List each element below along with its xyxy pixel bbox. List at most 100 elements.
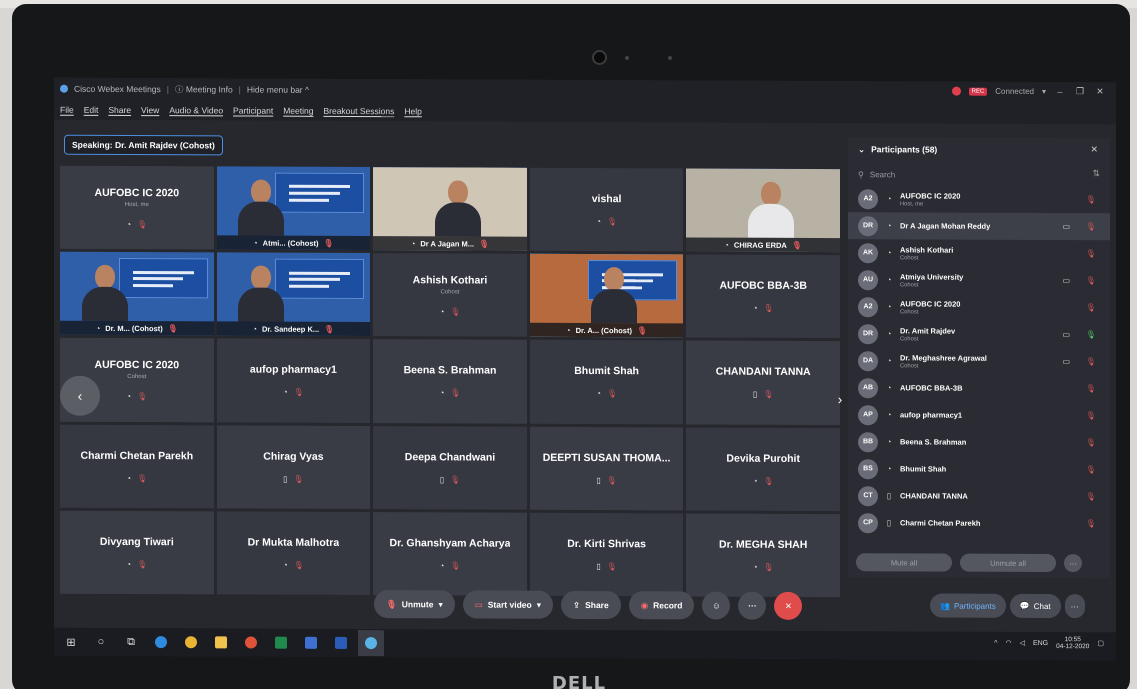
more-panels-button[interactable]: ··· bbox=[1064, 594, 1085, 619]
share-button[interactable]: ⇪ Share bbox=[560, 590, 621, 620]
taskbar-app-blue[interactable] bbox=[298, 630, 324, 656]
participant-list-item[interactable]: AU ◔ Atmiya University Cohost ▭ 🎙 bbox=[848, 266, 1110, 294]
taskbar-chrome[interactable] bbox=[178, 629, 204, 655]
taskbar-word[interactable] bbox=[328, 630, 354, 656]
menu-item[interactable]: Audio & Video bbox=[169, 105, 223, 115]
task-view-button[interactable]: ⧉ bbox=[118, 629, 144, 655]
participant-list-item[interactable]: BS ◔ Bhumit Shah 🎙 bbox=[848, 455, 1110, 483]
reactions-button[interactable]: ☺ bbox=[702, 591, 731, 620]
taskbar-excel[interactable] bbox=[268, 630, 294, 656]
mic-muted-icon[interactable]: 🎙 bbox=[1086, 357, 1096, 366]
participant-tile[interactable]: aufop pharmacy1 ◔ 🎙 bbox=[216, 338, 371, 423]
participant-list-item[interactable]: A2 ◔ AUFOBC IC 2020 Cohost 🎙 bbox=[848, 293, 1110, 321]
mic-muted-icon[interactable]: 🎙 bbox=[1086, 438, 1096, 447]
menu-item[interactable]: Participant bbox=[233, 105, 273, 115]
participant-tile[interactable]: vishal ◔ 🎙 bbox=[529, 167, 684, 252]
participant-tile[interactable]: Chirag Vyas ▯ 🎙 bbox=[216, 424, 371, 509]
mic-muted-icon[interactable]: 🎙 bbox=[1086, 519, 1096, 528]
chevron-down-icon[interactable]: ⌄ bbox=[858, 144, 865, 155]
participant-search-input[interactable]: ⚲ Search bbox=[858, 165, 1102, 184]
taskbar-webex[interactable] bbox=[358, 630, 384, 657]
participant-list-item[interactable]: AP ◔ aufop pharmacy1 🎙 bbox=[848, 401, 1110, 429]
mic-muted-icon[interactable]: 🎙 bbox=[1086, 222, 1096, 231]
participant-tile[interactable]: Dr. Kirti Shrivas ▯ 🎙 bbox=[529, 512, 684, 597]
participant-list-item[interactable]: A2 ◔ AUFOBC IC 2020 Host, me 🎙 bbox=[848, 185, 1110, 213]
participant-tile[interactable]: Beena S. Brahman ◔ 🎙 bbox=[373, 339, 527, 424]
participant-list-item[interactable]: DR ◔ Dr A Jagan Mohan Reddy ▭ 🎙 bbox=[848, 212, 1110, 241]
chevron-up-icon[interactable]: ^ bbox=[994, 640, 997, 647]
record-button[interactable]: ◉ Record bbox=[628, 591, 695, 620]
participant-list-item[interactable]: AK ◔ Ashish Kothari Cohost 🎙 bbox=[848, 239, 1110, 267]
close-icon[interactable]: ✕ bbox=[1094, 86, 1106, 97]
chevron-down-icon[interactable]: ▾ bbox=[438, 599, 442, 610]
mic-muted-icon[interactable]: 🎙 bbox=[1086, 276, 1096, 285]
menu-item[interactable]: Help bbox=[404, 106, 421, 116]
volume-icon[interactable]: ◁ bbox=[1020, 639, 1025, 647]
language-indicator[interactable]: ENG bbox=[1033, 640, 1048, 647]
participant-tile[interactable]: Devika Purohit ◔ 🎙 bbox=[686, 427, 840, 511]
participant-tile[interactable]: AUFOBC IC 2020 Host, me ◔ 🎙 bbox=[60, 165, 214, 250]
menu-item[interactable]: Share bbox=[108, 105, 131, 115]
menu-item[interactable]: View bbox=[141, 105, 159, 115]
unmute-all-button[interactable]: Unmute all bbox=[960, 553, 1056, 573]
leave-meeting-button[interactable]: ✕ bbox=[774, 591, 803, 620]
participant-tile[interactable]: Bhumit Shah ◔ 🎙 bbox=[529, 340, 684, 425]
connection-status[interactable]: Connected bbox=[995, 87, 1034, 96]
menu-item[interactable]: Meeting bbox=[283, 106, 313, 116]
search-button[interactable]: ○ bbox=[88, 629, 114, 655]
participant-tile[interactable]: ◔ Dr. A... (Cohost) 🎙 bbox=[529, 253, 684, 338]
system-clock[interactable]: 10:55 04-12-2020 bbox=[1056, 636, 1089, 651]
mic-muted-icon[interactable]: 🎙 bbox=[1086, 384, 1096, 393]
sort-icon[interactable]: ⇅ bbox=[1092, 168, 1100, 179]
participant-tile[interactable]: ◔ CHIRAG ERDA 🎙 bbox=[686, 168, 840, 253]
mic-muted-icon[interactable]: 🎙 bbox=[1086, 465, 1096, 474]
chat-tab[interactable]: 💬 Chat bbox=[1009, 593, 1061, 619]
more-options-button[interactable]: ··· bbox=[738, 591, 767, 620]
participant-list-item[interactable]: BB ◔ Beena S. Brahman 🎙 bbox=[848, 428, 1110, 456]
participant-list-item[interactable]: CT ▯ CHANDANI TANNA 🎙 bbox=[848, 482, 1110, 510]
mute-all-button[interactable]: Mute all bbox=[856, 553, 952, 572]
participant-tile[interactable]: CHANDANI TANNA ▯ 🎙 bbox=[686, 340, 840, 425]
grid-prev-button[interactable]: ‹ bbox=[60, 375, 100, 416]
participant-tile[interactable]: ◔ Dr. M... (Cohost) 🎙 bbox=[60, 251, 214, 336]
participants-tab[interactable]: 👥 Participants bbox=[930, 593, 1006, 618]
minimize-icon[interactable]: – bbox=[1054, 87, 1066, 97]
restore-icon[interactable]: ❐ bbox=[1074, 86, 1086, 97]
participant-tile[interactable]: Deepa Chandwani ▯ 🎙 bbox=[373, 425, 527, 510]
participant-tile[interactable]: Dr Mukta Malhotra ◔ 🎙 bbox=[216, 511, 371, 596]
participant-list-item[interactable]: CP ▯ Charmi Chetan Parekh 🎙 bbox=[848, 509, 1110, 537]
participant-tile[interactable]: ◔ Dr A Jagan M... 🎙 bbox=[373, 167, 527, 251]
mic-muted-icon[interactable]: 🎙 bbox=[1086, 303, 1096, 312]
mic-muted-icon[interactable]: 🎙 bbox=[1086, 195, 1096, 204]
menu-item[interactable]: Breakout Sessions bbox=[323, 106, 394, 116]
start-button[interactable]: ⊞ bbox=[58, 629, 84, 655]
participant-tile[interactable]: Divyang Tiwari ◔ 🎙 bbox=[60, 510, 214, 595]
participant-tile[interactable]: DEEPTI SUSAN THOMA... ▯ 🎙 bbox=[529, 426, 684, 511]
unmute-button[interactable]: 🎙 Unmute ▾ bbox=[374, 590, 455, 619]
more-options-icon[interactable]: ··· bbox=[1064, 554, 1082, 573]
chevron-down-icon[interactable]: ▾ bbox=[537, 599, 541, 610]
taskbar-edge[interactable] bbox=[148, 629, 174, 655]
chevron-up-icon[interactable]: ^ bbox=[305, 85, 309, 95]
close-icon[interactable]: ✕ bbox=[1090, 144, 1098, 155]
notifications-icon[interactable]: ▢ bbox=[1097, 640, 1104, 648]
menu-item[interactable]: Edit bbox=[84, 105, 99, 115]
participant-list-item[interactable]: DR ◔ Dr. Amit Rajdev Cohost ▭ 🎙 bbox=[848, 320, 1110, 348]
menu-item[interactable]: File bbox=[60, 105, 74, 115]
participant-tile[interactable]: ◔ Dr. Sandeep K... 🎙 bbox=[216, 252, 371, 337]
taskbar-explorer[interactable] bbox=[208, 629, 234, 655]
mic-on-icon[interactable]: 🎙 bbox=[1086, 330, 1096, 339]
participant-tile[interactable]: Ashish Kothari Cohost ◔ 🎙 bbox=[373, 253, 527, 338]
start-video-button[interactable]: ▭ Start video ▾ bbox=[462, 590, 553, 619]
participant-tile[interactable]: AUFOBC BBA-3B ◔ 🎙 bbox=[686, 254, 840, 339]
participant-tile[interactable]: Charmi Chetan Parekh ◔ 🎙 bbox=[60, 424, 214, 509]
wifi-icon[interactable]: ◠ bbox=[1005, 639, 1011, 647]
participant-tile[interactable]: Dr. MEGHA SHAH ◔ 🎙 bbox=[686, 513, 840, 598]
mic-muted-icon[interactable]: 🎙 bbox=[1086, 249, 1096, 258]
mic-muted-icon[interactable]: 🎙 bbox=[1086, 411, 1096, 420]
taskbar-app-red[interactable] bbox=[238, 629, 264, 655]
participant-list-item[interactable]: AB ◔ AUFOBC BBA-3B 🎙 bbox=[848, 374, 1110, 402]
hide-menu-bar-button[interactable]: Hide menu bar bbox=[247, 85, 303, 95]
mic-muted-icon[interactable]: 🎙 bbox=[1086, 492, 1096, 501]
chevron-down-icon[interactable]: ▾ bbox=[1042, 87, 1046, 96]
